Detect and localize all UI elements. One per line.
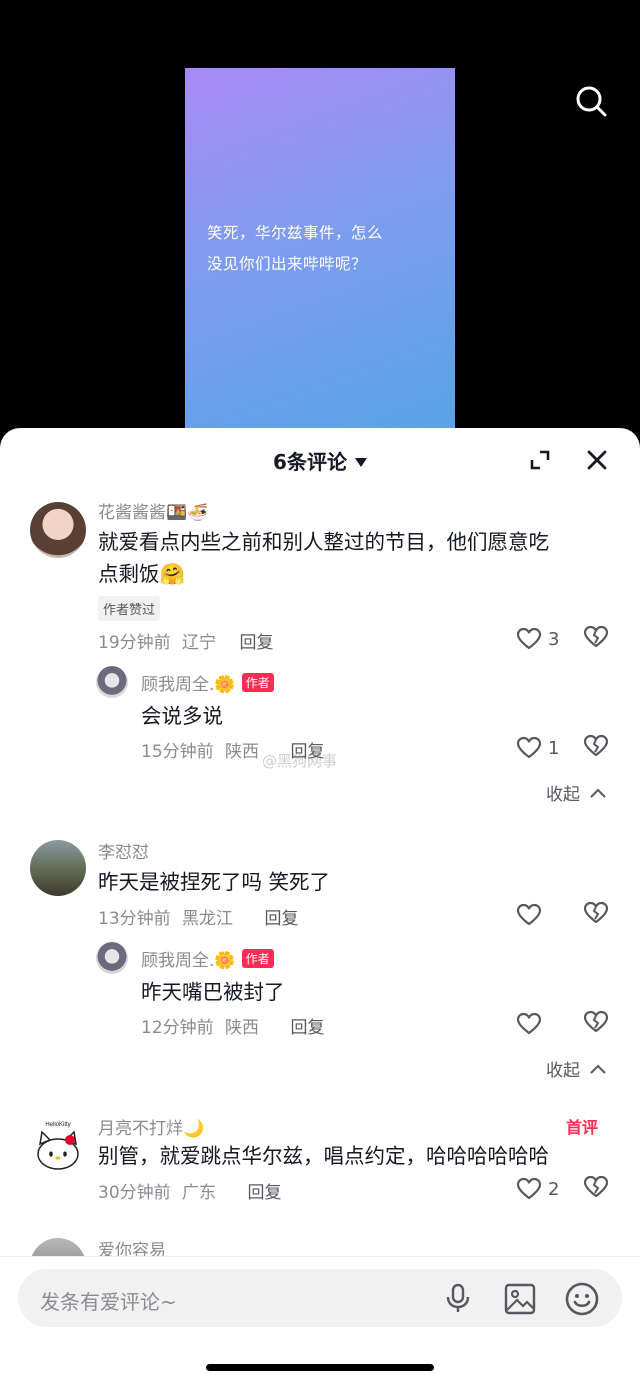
collapse-replies-button[interactable]: 收起 bbox=[546, 1056, 607, 1081]
comment-input-bar: 发条有爱评论~ bbox=[0, 1256, 640, 1385]
comment-text-line: 就爱看点内些之前和别人整过的节目，他们愿意吃 bbox=[98, 530, 549, 554]
avatar[interactable] bbox=[30, 502, 86, 558]
broken-heart-icon[interactable] bbox=[583, 1010, 611, 1038]
video-player[interactable]: 笑死，华尔兹事件，怎么 没见你们出来哔哔呢？ bbox=[185, 68, 455, 448]
expand-icon[interactable] bbox=[528, 448, 552, 472]
reply-meta: 15分钟前 陕西 回复 bbox=[141, 737, 324, 762]
comment-text[interactable]: 昨天是被捏死了吗 笑死了 bbox=[98, 866, 330, 898]
like-button[interactable] bbox=[516, 1010, 548, 1038]
comment-time: 13分钟前 bbox=[98, 909, 171, 929]
comment-text-line: 点剩饭🤗 bbox=[98, 562, 186, 586]
reply-author-name: 顾我周全.🌼 bbox=[141, 951, 236, 971]
comment-location: 广东 bbox=[182, 1183, 217, 1203]
reply-location: 陕西 bbox=[225, 742, 260, 762]
hello-kitty-avatar-icon: HelloKitty bbox=[37, 1122, 79, 1170]
heart-icon bbox=[516, 1012, 542, 1035]
avatar[interactable]: HelloKitty bbox=[30, 1118, 86, 1174]
video-caption: 笑死，华尔兹事件，怎么 没见你们出来哔哔呢？ bbox=[207, 218, 447, 280]
like-count: 2 bbox=[548, 1178, 560, 1200]
comment-input-placeholder: 发条有爱评论~ bbox=[40, 1290, 177, 1314]
close-icon[interactable] bbox=[585, 448, 609, 472]
reply-time: 12分钟前 bbox=[141, 1018, 214, 1038]
author-tag: 作者 bbox=[241, 949, 274, 968]
search-icon[interactable] bbox=[574, 84, 608, 118]
comment-location: 黑龙江 bbox=[182, 909, 234, 929]
collapse-replies-button[interactable]: 收起 bbox=[546, 780, 607, 805]
reply-location: 陕西 bbox=[225, 1018, 260, 1038]
like-count: 1 bbox=[548, 737, 560, 759]
home-indicator[interactable] bbox=[206, 1364, 434, 1371]
svg-text:HelloKitty: HelloKitty bbox=[45, 1122, 70, 1128]
heart-icon bbox=[516, 903, 542, 926]
avatar[interactable] bbox=[30, 840, 86, 896]
reply-button[interactable]: 回复 bbox=[239, 633, 273, 653]
first-comment-badge: 首评 bbox=[566, 1118, 599, 1137]
broken-heart-icon[interactable] bbox=[583, 734, 611, 762]
heart-icon bbox=[516, 736, 542, 759]
reply-author-name: 顾我周全.🌼 bbox=[141, 675, 236, 695]
like-button[interactable]: 3 bbox=[516, 625, 559, 653]
video-caption-line: 没见你们出来哔哔呢？ bbox=[207, 255, 368, 273]
reply-author[interactable]: 顾我周全.🌼 作者 bbox=[141, 670, 274, 695]
comment-meta: 30分钟前 广东 回复 bbox=[98, 1178, 281, 1203]
image-icon[interactable] bbox=[503, 1282, 537, 1316]
comment-count-label: 6条评论 bbox=[273, 450, 347, 474]
reply-button[interactable]: 回复 bbox=[264, 909, 298, 929]
author-tag: 作者 bbox=[241, 673, 274, 692]
comment-author-name[interactable]: 花酱酱酱🍱🍜 bbox=[98, 498, 208, 523]
reply-text[interactable]: 会说多说 bbox=[141, 700, 223, 732]
reply-author[interactable]: 顾我周全.🌼 作者 bbox=[141, 946, 274, 971]
reply-meta: 12分钟前 陕西 回复 bbox=[141, 1013, 324, 1038]
comment-sheet-header: 6条评论 bbox=[0, 428, 640, 490]
comment-input[interactable]: 发条有爱评论~ bbox=[18, 1269, 622, 1327]
emoji-icon[interactable] bbox=[564, 1281, 600, 1317]
comment-time: 19分钟前 bbox=[98, 633, 171, 653]
heart-icon bbox=[516, 627, 542, 650]
reply-time: 15分钟前 bbox=[141, 742, 214, 762]
avatar[interactable] bbox=[96, 666, 128, 698]
comment-author-name[interactable]: 月亮不打烊🌙 bbox=[98, 1114, 204, 1139]
collapse-label: 收起 bbox=[546, 785, 580, 805]
chevron-down-icon bbox=[354, 458, 367, 467]
like-count: 3 bbox=[548, 628, 560, 650]
broken-heart-icon[interactable] bbox=[583, 901, 611, 929]
like-button[interactable]: 2 bbox=[516, 1175, 559, 1203]
comment-sheet: 6条评论 花酱酱酱🍱🍜 就爱看点内些之前和别人整过的节目，他们愿意吃 点剩饭🤗 … bbox=[0, 428, 640, 1385]
comment-meta: 13分钟前 黑龙江 回复 bbox=[98, 904, 298, 929]
avatar[interactable] bbox=[96, 942, 128, 974]
reply-text[interactable]: 昨天嘴巴被封了 bbox=[141, 976, 285, 1008]
comment-time: 30分钟前 bbox=[98, 1183, 171, 1203]
collapse-label: 收起 bbox=[546, 1061, 580, 1081]
chevron-up-icon bbox=[590, 788, 607, 798]
like-button[interactable]: 1 bbox=[516, 734, 559, 762]
broken-heart-icon[interactable] bbox=[583, 1175, 611, 1203]
heart-icon bbox=[516, 1177, 542, 1200]
reply-button[interactable]: 回复 bbox=[247, 1183, 281, 1203]
microphone-icon[interactable] bbox=[442, 1282, 474, 1314]
reply-button[interactable]: 回复 bbox=[290, 742, 324, 762]
comment-text[interactable]: 别管，就爱跳点华尔兹，唱点约定，哈哈哈哈哈哈 bbox=[98, 1140, 618, 1172]
like-button[interactable] bbox=[516, 901, 548, 929]
comment-text[interactable]: 就爱看点内些之前和别人整过的节目，他们愿意吃 点剩饭🤗 bbox=[98, 526, 618, 590]
video-caption-line: 笑死，华尔兹事件，怎么 bbox=[207, 224, 384, 242]
comment-location: 辽宁 bbox=[182, 633, 217, 653]
author-liked-badge: 作者赞过 bbox=[98, 596, 161, 621]
chevron-up-icon bbox=[590, 1064, 607, 1074]
comment-meta: 19分钟前 辽宁 回复 bbox=[98, 628, 273, 653]
comment-author-name[interactable]: 李怼怼 bbox=[98, 838, 149, 863]
reply-button[interactable]: 回复 bbox=[290, 1018, 324, 1038]
broken-heart-icon[interactable] bbox=[583, 625, 611, 653]
